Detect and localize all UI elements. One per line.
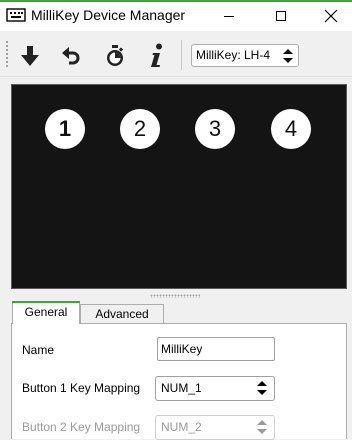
key-button-3[interactable]: 3 [195, 109, 235, 149]
device-select-value: MilliKey: LH-4 [196, 48, 271, 62]
key-button-1[interactable]: 1 [45, 109, 85, 149]
key-button-4[interactable]: 4 [271, 109, 311, 149]
maximize-button[interactable] [258, 0, 304, 31]
name-label: Name [22, 343, 55, 357]
undo-icon [62, 47, 80, 65]
maximize-icon [276, 10, 286, 21]
button1-mapping-label: Button 1 Key Mapping [22, 381, 141, 395]
button2-mapping-label: Button 2 Key Mapping [22, 420, 141, 434]
timer-button[interactable] [100, 41, 130, 71]
minimize-icon [224, 15, 234, 17]
download-button[interactable] [15, 41, 45, 71]
undo-button[interactable] [56, 41, 86, 71]
minimize-button[interactable] [206, 0, 252, 31]
spin-arrows-icon[interactable] [281, 46, 295, 66]
spin-arrows-icon[interactable] [255, 417, 269, 437]
close-button[interactable] [308, 0, 352, 31]
window-title: MilliKey Device Manager [31, 7, 186, 23]
timer-icon [107, 45, 124, 66]
keyboard-icon [6, 8, 26, 22]
active-tab-indicator [12, 301, 80, 303]
spin-arrows-icon[interactable] [255, 378, 269, 398]
toolbar-grip[interactable] [5, 40, 9, 68]
toolbar [0, 31, 352, 77]
tab-advanced[interactable]: Advanced [80, 304, 164, 324]
key-button-2[interactable]: 2 [120, 109, 160, 149]
close-icon [324, 9, 338, 22]
button2-mapping-value: NUM_2 [161, 420, 202, 434]
tab-general[interactable]: General [12, 301, 80, 324]
name-field-value: MilliKey [161, 342, 203, 356]
info-button[interactable] [142, 41, 172, 71]
download-icon [21, 46, 39, 66]
info-icon [151, 43, 162, 67]
button1-mapping-value: NUM_1 [161, 381, 202, 395]
splitter-handle[interactable] [150, 294, 200, 298]
toolbar-separator [181, 40, 182, 70]
